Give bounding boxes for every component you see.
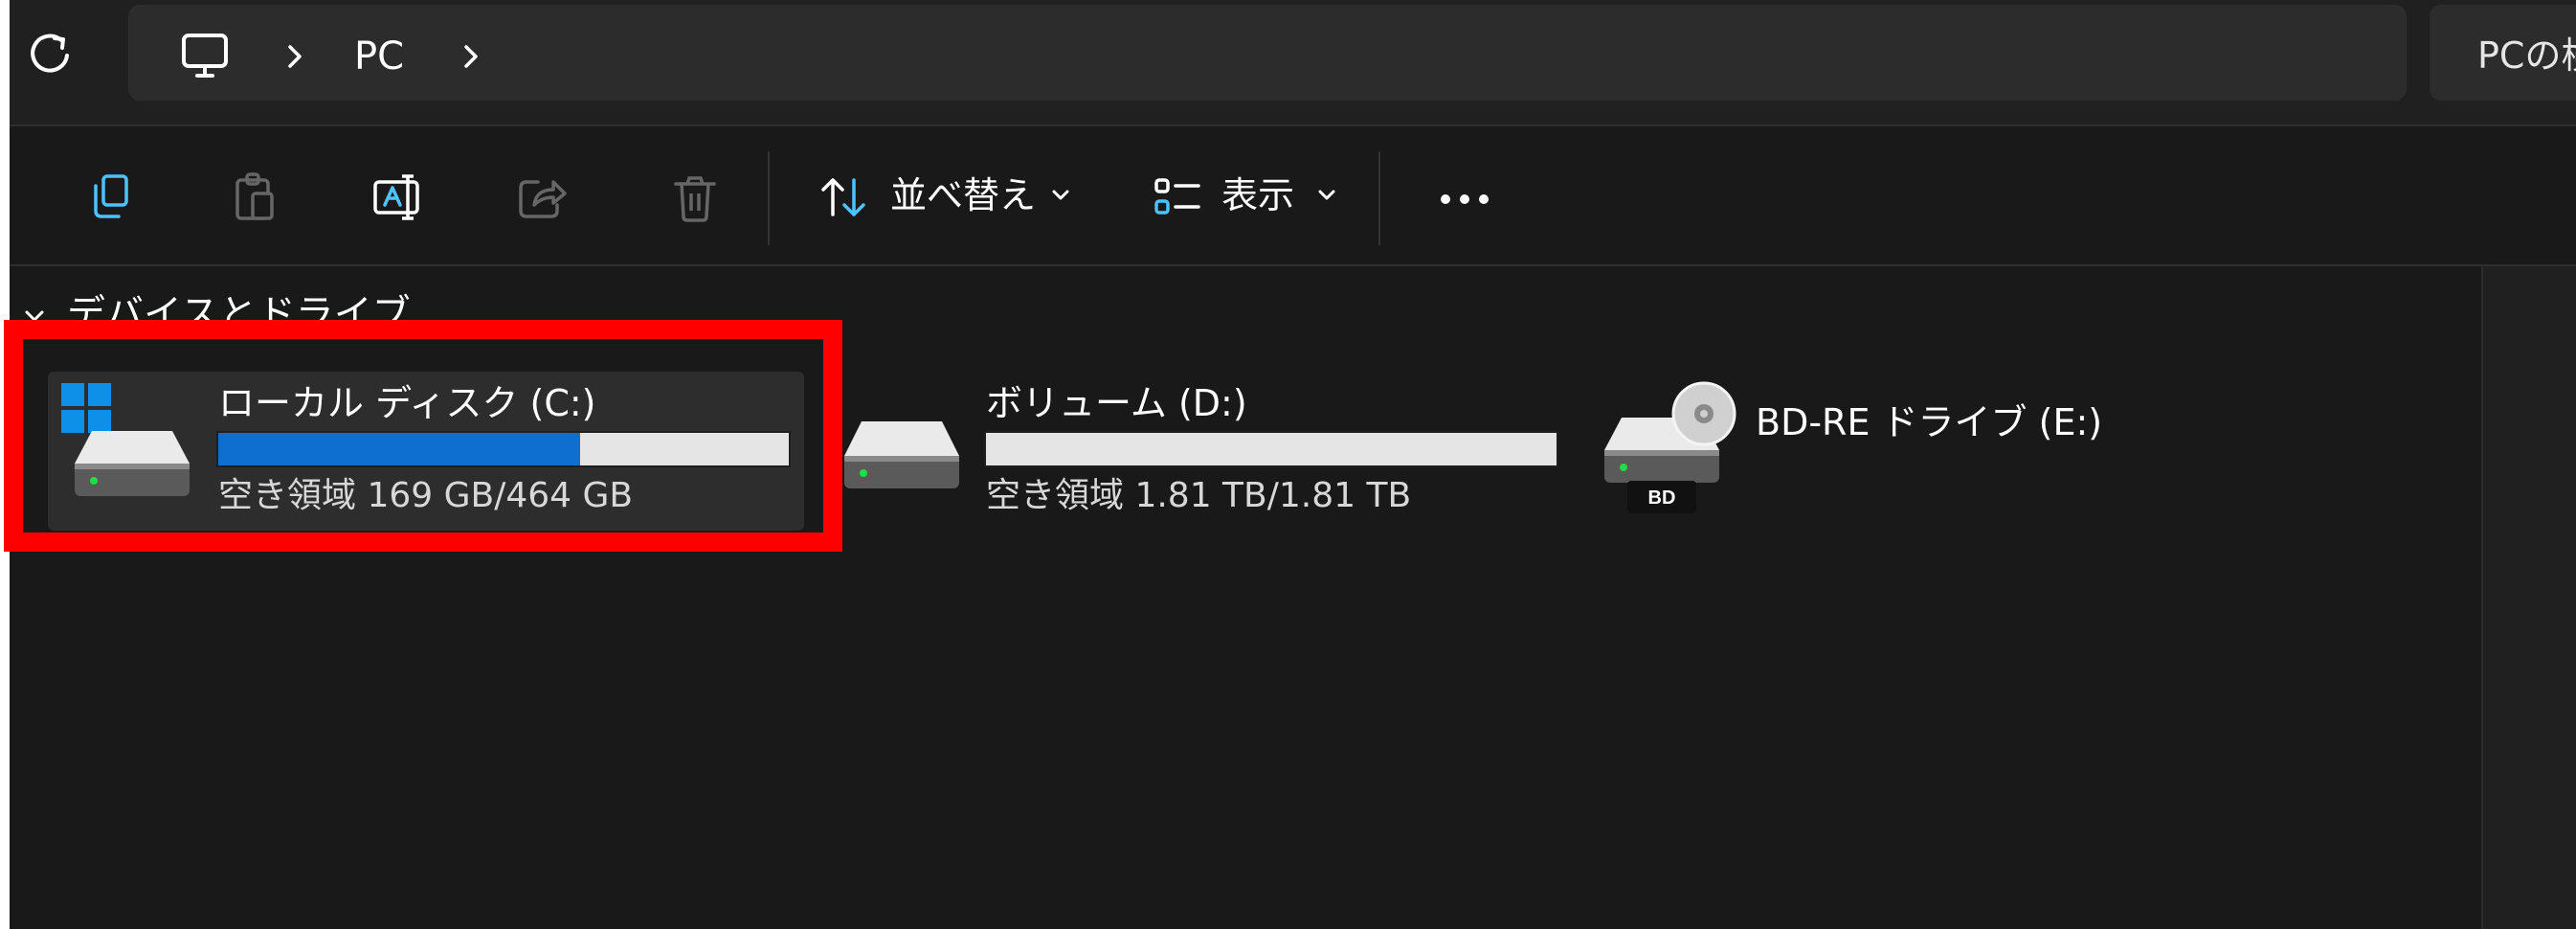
copy-icon — [94, 174, 128, 218]
drive-item-d[interactable]: ボリューム (D:) 空き領域 1.81 TB/1.81 TB — [835, 372, 1581, 531]
details-pane — [2481, 266, 2576, 929]
share-button[interactable] — [513, 169, 571, 226]
view-button[interactable]: 表示 — [1221, 172, 1294, 218]
drive-d-usage-bar — [984, 431, 1558, 467]
drive-d-free-space: 空き領域 1.81 TB/1.81 TB — [986, 476, 1412, 515]
view-icon — [1154, 178, 1200, 215]
chevron-down-icon — [1052, 190, 1069, 200]
toolbar-separator — [1378, 151, 1380, 245]
copy-button[interactable] — [82, 169, 140, 226]
sort-icon-wrap[interactable] — [816, 169, 873, 226]
drive-d-name: ボリューム (D:) — [986, 382, 1247, 424]
breadcrumb-item-pc[interactable]: PC — [354, 34, 404, 79]
paste-button[interactable] — [226, 169, 283, 226]
this-pc-button[interactable] — [178, 32, 232, 81]
monitor-icon — [182, 34, 228, 78]
more-options-button[interactable] — [1426, 172, 1503, 226]
drive-item-e[interactable]: BD BD-RE ドライブ (E:) — [1599, 372, 2135, 531]
sort-dropdown-button[interactable] — [1049, 186, 1072, 205]
delete-button[interactable] — [666, 169, 724, 226]
chevron-right-icon — [464, 45, 478, 68]
chevron-down-icon — [1318, 190, 1335, 200]
breadcrumb-separator-button[interactable] — [281, 37, 308, 76]
view-dropdown-button[interactable] — [1315, 186, 1338, 205]
rename-icon — [373, 174, 419, 220]
sort-icon — [821, 178, 865, 216]
chevron-right-icon — [288, 45, 302, 68]
view-icon-wrap[interactable] — [1149, 169, 1206, 226]
refresh-button[interactable] — [23, 27, 77, 80]
paste-icon — [235, 172, 274, 220]
command-toolbar: 並べ替え 表示 — [10, 126, 2576, 266]
rename-button[interactable] — [370, 169, 427, 226]
toolbar-separator — [768, 151, 770, 245]
address-input[interactable]: PC — [128, 5, 2407, 101]
breadcrumb-expand-button[interactable] — [458, 37, 484, 76]
drive-e-name: BD-RE ドライブ (E:) — [1756, 401, 2103, 443]
bd-media-label: BD — [1648, 487, 1676, 509]
optical-drive-icon: BD — [1604, 381, 1736, 513]
search-box[interactable]: PCの検 — [2430, 5, 2576, 101]
hard-drive-icon — [844, 421, 959, 488]
trash-icon — [674, 176, 716, 222]
highlight-frame — [4, 320, 842, 552]
refresh-icon — [31, 34, 69, 73]
sort-button[interactable]: 並べ替え — [890, 172, 1036, 218]
search-placeholder: PCの検 — [2477, 34, 2576, 77]
more-icon — [1441, 194, 1489, 204]
address-bar-row: PC PCの検 — [10, 0, 2576, 126]
share-icon — [519, 180, 567, 218]
